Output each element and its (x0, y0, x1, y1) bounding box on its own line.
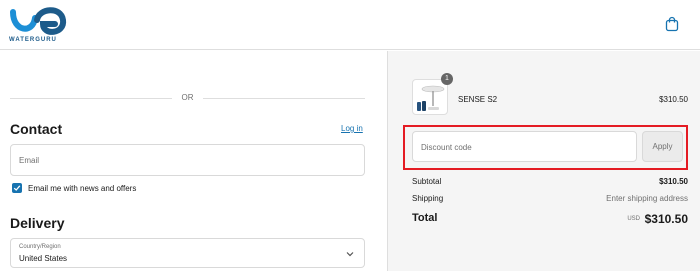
product-price: $310.50 (659, 95, 688, 104)
product-name: SENSE S2 (458, 95, 498, 104)
country-select[interactable]: Country/Region United States (10, 238, 365, 268)
product-thumbnail (412, 79, 448, 115)
product-image (417, 85, 445, 111)
email-placeholder: Email (19, 156, 40, 165)
country-label: Country/Region (19, 244, 61, 250)
checkout-form: OR Contact Log in Email Email me with ne… (0, 51, 387, 271)
newsletter-checkbox[interactable] (12, 183, 22, 193)
currency-code: USD (627, 216, 640, 222)
discount-placeholder: Discount code (421, 143, 472, 152)
total-value: $310.50 (644, 212, 688, 226)
newsletter-label: Email me with news and offers (28, 184, 137, 193)
shipping-label: Shipping (412, 194, 444, 203)
subtotal-label: Subtotal (412, 177, 442, 186)
shipping-value: Enter shipping address (606, 194, 688, 203)
discount-code-input[interactable]: Discount code (412, 131, 637, 162)
login-link[interactable]: Log in (341, 124, 363, 133)
shipping-row: Shipping Enter shipping address (412, 194, 688, 203)
subtotal-row: Subtotal $310.50 (412, 177, 688, 186)
order-summary: 1 SENSE S2 $310.50 Discount code Apply S… (387, 51, 700, 271)
quantity-badge: 1 (441, 73, 453, 85)
header: WATERGURU (0, 0, 700, 50)
total-label: Total (412, 212, 438, 224)
divider-line (203, 98, 365, 99)
apply-button[interactable]: Apply (642, 131, 683, 162)
contact-title: Contact (10, 121, 63, 137)
or-divider: OR (10, 92, 365, 104)
brand-name: WATERGURU (9, 37, 57, 43)
shopping-bag-icon[interactable] (665, 16, 679, 32)
subtotal-value: $310.50 (659, 177, 688, 186)
checkmark-icon (13, 185, 21, 191)
delivery-title: Delivery (10, 215, 65, 231)
total-row: Total USD $310.50 (412, 212, 688, 228)
country-value: United States (19, 254, 68, 263)
email-field[interactable]: Email (10, 144, 365, 176)
chevron-down-icon (346, 252, 354, 257)
